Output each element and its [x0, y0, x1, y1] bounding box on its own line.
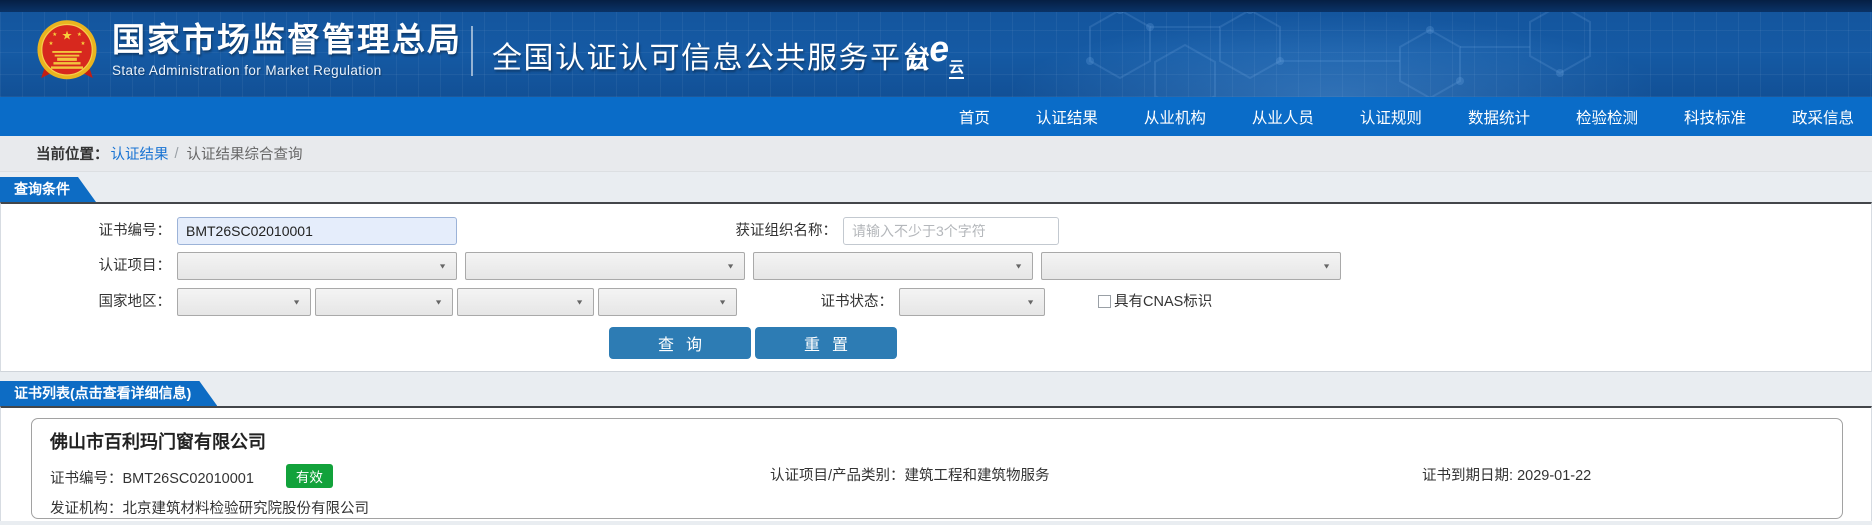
issuer-row: 发证机构：北京建筑材料检验研究院股份有限公司 [50, 497, 369, 518]
cert-list-panel: 佛山市百利玛门窗有限公司 证书编号：BMT26SC02010001有效 认证项目… [0, 406, 1872, 521]
query-panel: 证书编号： 获证组织名称： 认证项目： ▼ ▼ ▼ ▼ 国家地区： ▼ ▼ ▼ … [0, 202, 1872, 372]
nav-item-home[interactable]: 首页 [959, 106, 990, 128]
chevron-down-icon: ▼ [434, 298, 443, 306]
logo-char-ren: 认 [905, 40, 929, 75]
breadcrumb-current: 认证结果综合查询 [187, 143, 303, 164]
brand-divider [471, 26, 473, 76]
org-name-cn: 国家市场监督管理总局 [112, 20, 462, 60]
project-category: 认证项目/产品类别：建筑工程和建筑物服务 [770, 464, 1050, 485]
chevron-down-icon: ▼ [438, 262, 447, 270]
query-section-tab: 查询条件 [0, 177, 96, 202]
breadcrumb-prefix: 当前位置： [36, 143, 109, 164]
region-label: 国家地区： [1, 288, 171, 316]
project-select-2[interactable]: ▼ [465, 252, 745, 280]
region-select-3[interactable]: ▼ [457, 288, 594, 316]
svg-text:★: ★ [61, 28, 72, 42]
platform-title: 全国认证认可信息公共服务平台 [492, 33, 933, 77]
region-select-4[interactable]: ▼ [598, 288, 737, 316]
cert-list-section-tab: 证书列表(点击查看详细信息) [0, 381, 217, 406]
chevron-down-icon: ▼ [575, 298, 584, 306]
chevron-down-icon: ▼ [292, 298, 301, 306]
nav-item-personnel[interactable]: 从业人员 [1252, 106, 1314, 128]
svg-text:★: ★ [77, 32, 82, 38]
main-nav: 首页 认证结果 从业机构 从业人员 认证规则 数据统计 检验检测 科技标准 政采… [0, 97, 1872, 136]
nav-item-inspection[interactable]: 检验检测 [1576, 106, 1638, 128]
chevron-down-icon: ▼ [1014, 262, 1023, 270]
ren-e-yun-logo: 认 e 云 [905, 32, 964, 79]
nav-item-tech-standards[interactable]: 科技标准 [1684, 106, 1746, 128]
company-name: 佛山市百利玛门窗有限公司 [50, 428, 266, 454]
nav-item-procurement[interactable]: 政采信息 [1792, 106, 1854, 128]
hexagon-decoration [1000, 0, 1700, 97]
project-label: 认证项目： [1, 252, 171, 280]
cert-no-input[interactable] [177, 217, 457, 245]
region-select-1[interactable]: ▼ [177, 288, 311, 316]
cnas-label[interactable]: 具有CNAS标识 [1114, 295, 1212, 310]
issuer-value: 北京建筑材料检验研究院股份有限公司 [123, 501, 370, 517]
org-name-input[interactable] [843, 217, 1059, 245]
logo-char-e: e [927, 31, 950, 67]
expiry-date: 证书到期日期: 2029-01-22 [1422, 464, 1591, 485]
header-top-strip [0, 0, 1872, 12]
chevron-down-icon: ▼ [1322, 262, 1331, 270]
breadcrumb-separator: / [175, 146, 179, 162]
china-national-emblem-icon: ★ ★ ★ ★ ★ [36, 19, 98, 83]
svg-text:★: ★ [52, 32, 57, 38]
certificate-card[interactable]: 佛山市百利玛门窗有限公司 证书编号：BMT26SC02010001有效 认证项目… [31, 418, 1843, 519]
region-select-2[interactable]: ▼ [315, 288, 453, 316]
cert-no-value: BMT26SC02010001 [123, 471, 254, 487]
reset-button[interactable]: 重置 [755, 327, 897, 359]
status-badge: 有效 [286, 464, 333, 488]
chevron-down-icon: ▼ [1026, 298, 1035, 306]
cert-no-label: 证书编号： [1, 217, 171, 245]
status-label: 证书状态： [721, 288, 893, 316]
certificate-info-row: 证书编号：BMT26SC02010001有效 认证项目/产品类别：建筑工程和建筑… [50, 464, 1830, 484]
search-button[interactable]: 查询 [609, 327, 751, 359]
cert-no-field-label: 证书编号： [50, 471, 123, 487]
project-select-1[interactable]: ▼ [177, 252, 457, 280]
breadcrumb-link-cert-results[interactable]: 认证结果 [111, 143, 169, 164]
site-header: ★ ★ ★ ★ ★ 国家市场监督管理总局 State Administratio… [0, 0, 1872, 97]
project-select-4[interactable]: ▼ [1041, 252, 1341, 280]
logo-char-yun: 云 [949, 56, 964, 79]
breadcrumb: 当前位置： 认证结果 / 认证结果综合查询 [0, 136, 1872, 172]
status-select[interactable]: ▼ [899, 288, 1045, 316]
brand-block: 国家市场监督管理总局 State Administration for Mark… [112, 20, 462, 78]
org-name-en: State Administration for Market Regulati… [112, 63, 462, 78]
project-select-3[interactable]: ▼ [753, 252, 1033, 280]
issuer-label: 发证机构： [50, 501, 123, 517]
org-name-label: 获证组织名称： [641, 217, 837, 245]
chevron-down-icon: ▼ [726, 262, 735, 270]
nav-item-cert-rules[interactable]: 认证规则 [1360, 106, 1422, 128]
nav-item-statistics[interactable]: 数据统计 [1468, 106, 1530, 128]
nav-item-institutions[interactable]: 从业机构 [1144, 106, 1206, 128]
nav-item-cert-results[interactable]: 认证结果 [1036, 106, 1098, 128]
svg-text:★: ★ [49, 41, 54, 47]
cnas-checkbox[interactable] [1098, 295, 1111, 308]
svg-text:★: ★ [81, 41, 86, 47]
